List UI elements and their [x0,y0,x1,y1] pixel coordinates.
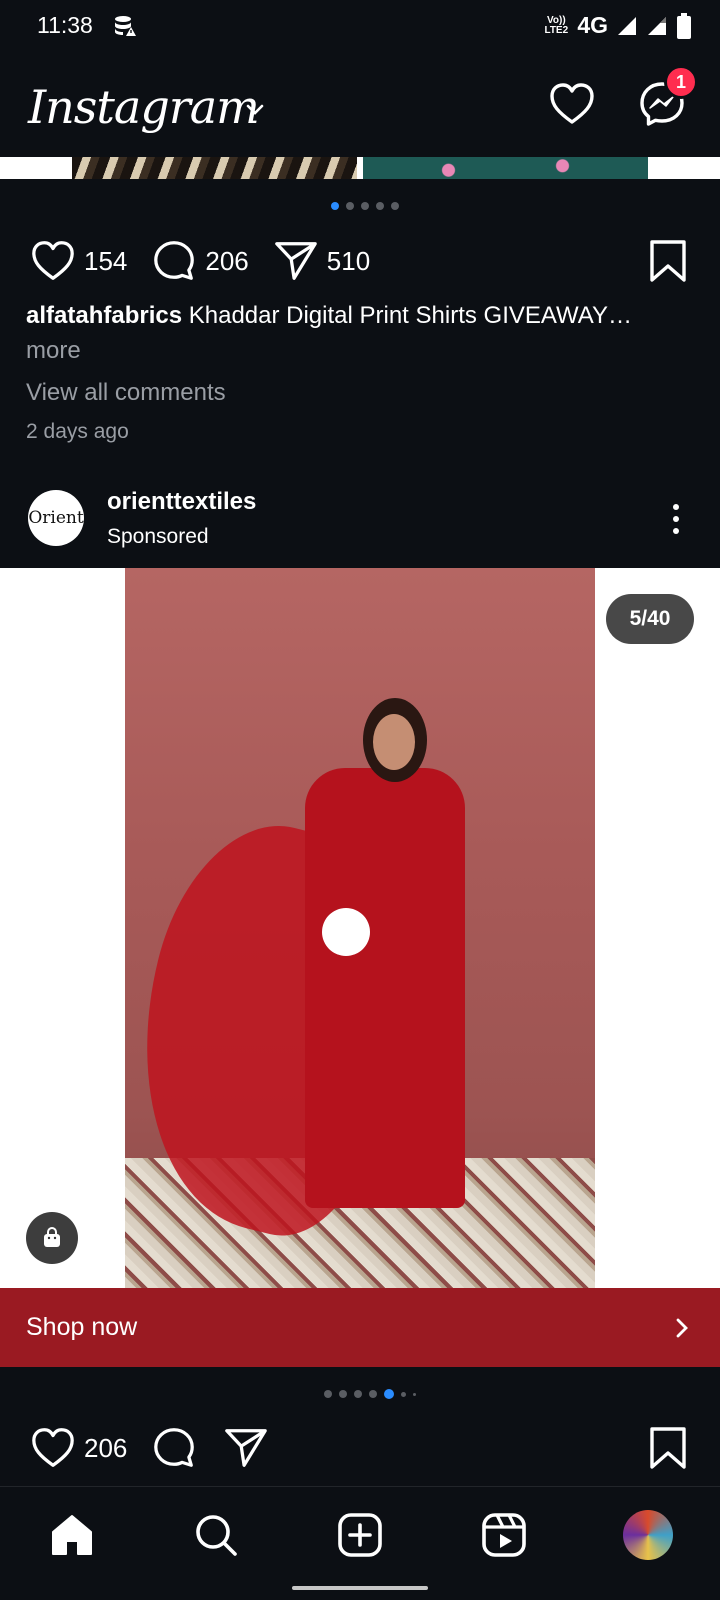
carousel-dots-sponsored [324,1389,416,1399]
caption-more-link[interactable]: more [26,337,81,365]
bookmark-icon[interactable] [646,1425,690,1471]
post-username[interactable]: orienttextiles [107,488,256,516]
carousel-dot [384,1389,394,1399]
shop-now-button[interactable]: Shop now [0,1288,720,1367]
sponsored-label: Sponsored [107,525,209,548]
carousel-dot [369,1390,377,1398]
caption-username[interactable]: alfatahfabrics [26,302,182,329]
photo-face [373,714,415,770]
shop-now-label: Shop now [26,1313,138,1341]
profile-avatar [623,1510,673,1560]
instagram-logo[interactable]: Instagram [28,80,260,134]
bookmark-icon[interactable] [646,238,690,284]
post-timestamp: 2 days ago [26,420,129,443]
reels-icon [482,1513,526,1557]
status-bar: 11:38 Vo)) LTE2 4G [0,0,720,52]
chevron-down-icon[interactable] [244,98,266,120]
sponsored-post-actions: 206 [30,1425,269,1471]
previous-post-image-left [72,157,357,179]
comment-icon[interactable] [151,238,197,284]
avatar[interactable]: Orient [28,490,84,546]
share-icon[interactable] [223,1425,269,1471]
battery-icon [677,12,691,39]
carousel-dot [376,202,384,210]
photo-dress [305,768,465,1208]
carousel-dot [346,202,354,210]
share-icon[interactable] [273,238,319,284]
status-indicators: Vo)) LTE2 4G [543,12,692,39]
carousel-dot [413,1392,416,1396]
nav-home[interactable] [44,1507,100,1563]
caption-text: Khaddar Digital Print Shirts GIVEAWAY… [188,302,632,329]
carousel-dot [324,1390,332,1398]
heart-icon[interactable] [548,80,596,128]
status-time: 11:38 [37,12,93,38]
bottom-navigation [0,1486,720,1600]
shopping-bag-icon [44,1227,60,1247]
top-header: Instagram 1 [0,52,720,156]
home-indicator[interactable] [292,1586,428,1590]
like-icon[interactable] [30,1425,76,1471]
carousel-dot [391,202,399,210]
carousel-dot [361,202,369,210]
chevron-right-icon [676,1318,688,1337]
carousel-dot [401,1391,406,1397]
touch-indicator [322,908,370,956]
network-type: 4G [577,12,608,38]
messages-badge: 1 [664,65,698,99]
nav-create[interactable] [332,1507,388,1563]
carousel-dots [331,202,399,210]
previous-post-image-right [363,157,648,179]
view-all-comments-link[interactable]: View all comments [26,379,226,407]
carousel-dot [339,1390,347,1398]
carousel-dot [331,202,339,210]
create-icon [338,1513,382,1557]
nav-reels[interactable] [476,1507,532,1563]
signal-icon-2 [648,16,666,35]
media-counter: 5/40 [606,594,694,644]
like-icon[interactable] [30,238,76,284]
nav-profile[interactable] [620,1507,676,1563]
more-options-icon[interactable] [672,504,680,534]
like-count[interactable]: 206 [84,1433,127,1464]
home-icon [52,1515,92,1555]
carousel-dot [354,1390,362,1398]
nav-search[interactable] [188,1507,244,1563]
signal-icon [618,16,636,35]
volte-indicator: Vo)) LTE2 [544,14,569,36]
share-count[interactable]: 510 [327,246,370,277]
comment-count[interactable]: 206 [205,246,248,277]
shopping-bag-button[interactable] [26,1212,78,1264]
previous-post-image[interactable] [0,157,720,179]
comment-icon[interactable] [151,1425,197,1471]
data-saver-icon [115,16,136,36]
search-icon [196,1515,237,1556]
like-count[interactable]: 154 [84,246,127,277]
post-actions: 154 206 510 [30,238,394,284]
post-caption[interactable]: alfatahfabrics Khaddar Digital Print Shi… [26,302,676,330]
